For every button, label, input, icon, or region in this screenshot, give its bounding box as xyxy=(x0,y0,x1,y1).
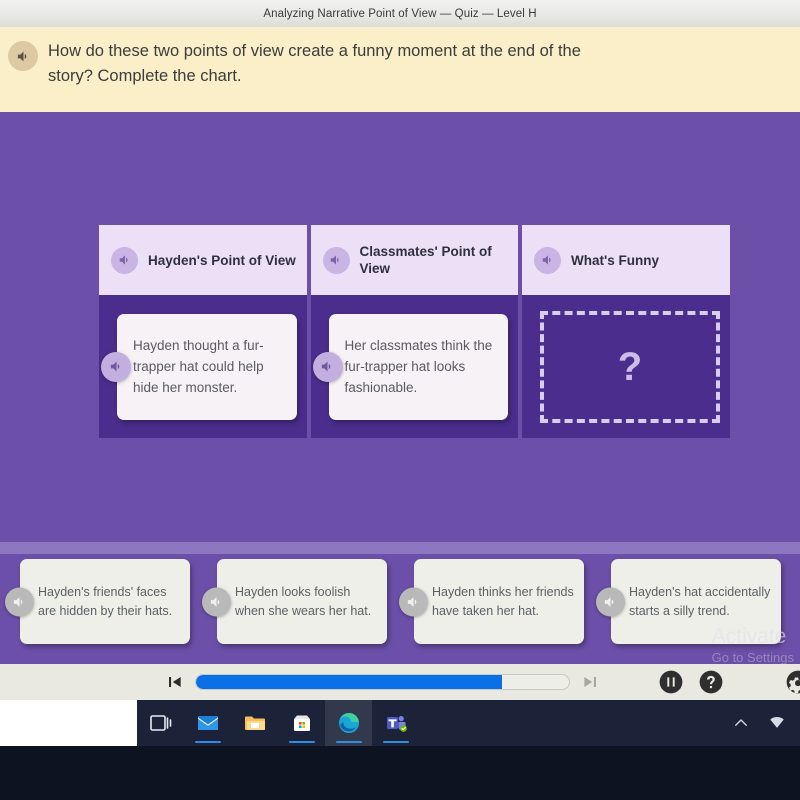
answer-speaker-button[interactable] xyxy=(202,587,231,616)
speaker-icon xyxy=(110,361,119,372)
column-speaker-button[interactable] xyxy=(322,246,350,274)
answer-dropzone[interactable]: ? xyxy=(540,310,720,423)
chart-column-whats-funny: What's Funny ? xyxy=(522,225,730,438)
player-toolbar xyxy=(0,664,800,700)
chart-header-cell: What's Funny xyxy=(522,225,730,295)
answer-option-card[interactable]: Hayden's friends' faces are hidden by th… xyxy=(5,559,190,644)
statement-speaker-button[interactable] xyxy=(312,351,343,382)
statement-card[interactable]: Hayden thought a fur-trapper hat could h… xyxy=(101,313,297,420)
slide-divider-strip xyxy=(0,542,800,554)
answer-option-text: Hayden's friends' faces are hidden by th… xyxy=(38,584,173,618)
chart-body-cell: Hayden thought a fur-trapper hat could h… xyxy=(99,295,307,438)
column-speaker-button[interactable] xyxy=(111,246,138,274)
below-taskbar-fill xyxy=(0,746,800,800)
help-icon xyxy=(699,670,723,694)
taskbar-item-microsoft-store[interactable] xyxy=(278,700,325,746)
answer-option-text: Hayden looks foolish when she wears her … xyxy=(235,584,372,618)
column-speaker-button[interactable] xyxy=(534,246,561,274)
chart-header-label: Hayden's Point of View xyxy=(148,252,296,268)
speaker-icon xyxy=(330,255,339,265)
answer-option-card[interactable]: Hayden looks foolish when she wears her … xyxy=(202,559,387,644)
answer-options-row: Hayden's friends' faces are hidden by th… xyxy=(5,559,800,644)
answer-option-card[interactable]: Hayden's hat accidentally starts a silly… xyxy=(596,559,781,644)
chart-body-cell: Her classmates think the fur-trapper hat… xyxy=(311,295,519,438)
edge-browser-icon xyxy=(338,713,359,733)
speaker-icon xyxy=(321,361,331,372)
answer-speaker-button[interactable] xyxy=(596,587,625,616)
chart-header-label: What's Funny xyxy=(571,252,659,268)
speaker-icon xyxy=(17,51,26,61)
wifi-button[interactable] xyxy=(768,714,786,732)
start-area[interactable] xyxy=(0,700,137,746)
answer-option-text: Hayden thinks her friends have taken her… xyxy=(432,584,574,618)
taskbar-item-edge-browser[interactable] xyxy=(325,700,372,746)
task-view-icon xyxy=(149,715,171,731)
speaker-icon xyxy=(210,596,220,607)
comparison-chart: Hayden's Point of View Hayden thought a … xyxy=(99,225,730,438)
answer-option-card[interactable]: Hayden thinks her friends have taken her… xyxy=(399,559,584,644)
running-indicator xyxy=(194,741,221,743)
taskbar-item-mail[interactable] xyxy=(184,700,231,746)
question-text: How do these two points of view create a… xyxy=(48,42,581,85)
chart-column-classmates-point-of-view: Classmates' Point of View Her classmates… xyxy=(310,225,519,438)
taskbar-item-microsoft-teams[interactable] xyxy=(372,700,419,746)
previous-button[interactable] xyxy=(157,669,191,695)
taskbar-item-file-explorer[interactable] xyxy=(231,700,278,746)
question-banner: How do these two points of view create a… xyxy=(0,27,800,112)
statement-text: Her classmates think the fur-trapper hat… xyxy=(344,338,493,395)
next-button[interactable] xyxy=(574,669,608,695)
skip-next-icon xyxy=(584,677,596,687)
answer-option-text: Hayden's hat accidentally starts a silly… xyxy=(629,584,771,618)
screen: Analyzing Narrative Point of View — Quiz… xyxy=(0,0,800,800)
chart-header-cell: Classmates' Point of View xyxy=(310,225,518,295)
pause-icon xyxy=(659,670,683,694)
system-tray xyxy=(732,714,800,732)
dropzone-placeholder: ? xyxy=(617,344,643,389)
statement-text: Hayden thought a fur-trapper hat could h… xyxy=(133,338,264,395)
gear-icon xyxy=(786,670,800,694)
show-hidden-icons-button[interactable] xyxy=(732,714,750,732)
file-explorer-icon xyxy=(244,716,265,730)
answer-speaker-button[interactable] xyxy=(5,587,34,616)
taskbar-item-task-view[interactable] xyxy=(137,700,184,746)
chevron-up-icon xyxy=(735,719,747,726)
chart-body-cell: ? xyxy=(522,295,730,438)
speaker-icon xyxy=(119,255,128,265)
statement-card[interactable]: Her classmates think the fur-trapper hat… xyxy=(312,313,508,420)
pause-button[interactable] xyxy=(656,667,686,697)
skip-previous-icon xyxy=(169,677,181,687)
question-speaker-button[interactable] xyxy=(8,41,38,71)
running-indicator xyxy=(288,741,315,743)
window-title: Analyzing Narrative Point of View — Quiz… xyxy=(263,7,537,20)
chart-header-label: Classmates' Point of View xyxy=(359,244,492,276)
chart-column-haydens-point-of-view: Hayden's Point of View Hayden thought a … xyxy=(99,225,307,438)
window-titlebar: Analyzing Narrative Point of View — Quiz… xyxy=(0,0,800,27)
speaker-icon xyxy=(407,596,417,607)
speaker-icon xyxy=(13,596,23,607)
mail-icon xyxy=(197,716,218,730)
windows-taskbar xyxy=(0,700,800,746)
microsoft-teams-icon xyxy=(386,716,407,732)
answer-bank: Hayden's friends' faces are hidden by th… xyxy=(0,554,800,664)
settings-button[interactable] xyxy=(783,667,800,697)
microsoft-store-icon xyxy=(293,715,310,731)
chart-header-cell: Hayden's Point of View xyxy=(99,225,307,295)
statement-speaker-button[interactable] xyxy=(101,351,131,382)
progress-bar[interactable] xyxy=(195,674,570,690)
progress-bar-fill xyxy=(196,675,502,689)
running-indicator xyxy=(382,741,409,743)
help-button[interactable] xyxy=(696,667,726,697)
speaker-icon xyxy=(604,596,614,607)
running-indicator xyxy=(335,741,362,743)
answer-speaker-button[interactable] xyxy=(399,587,428,616)
speaker-icon xyxy=(542,255,551,265)
wifi-icon xyxy=(770,716,784,728)
